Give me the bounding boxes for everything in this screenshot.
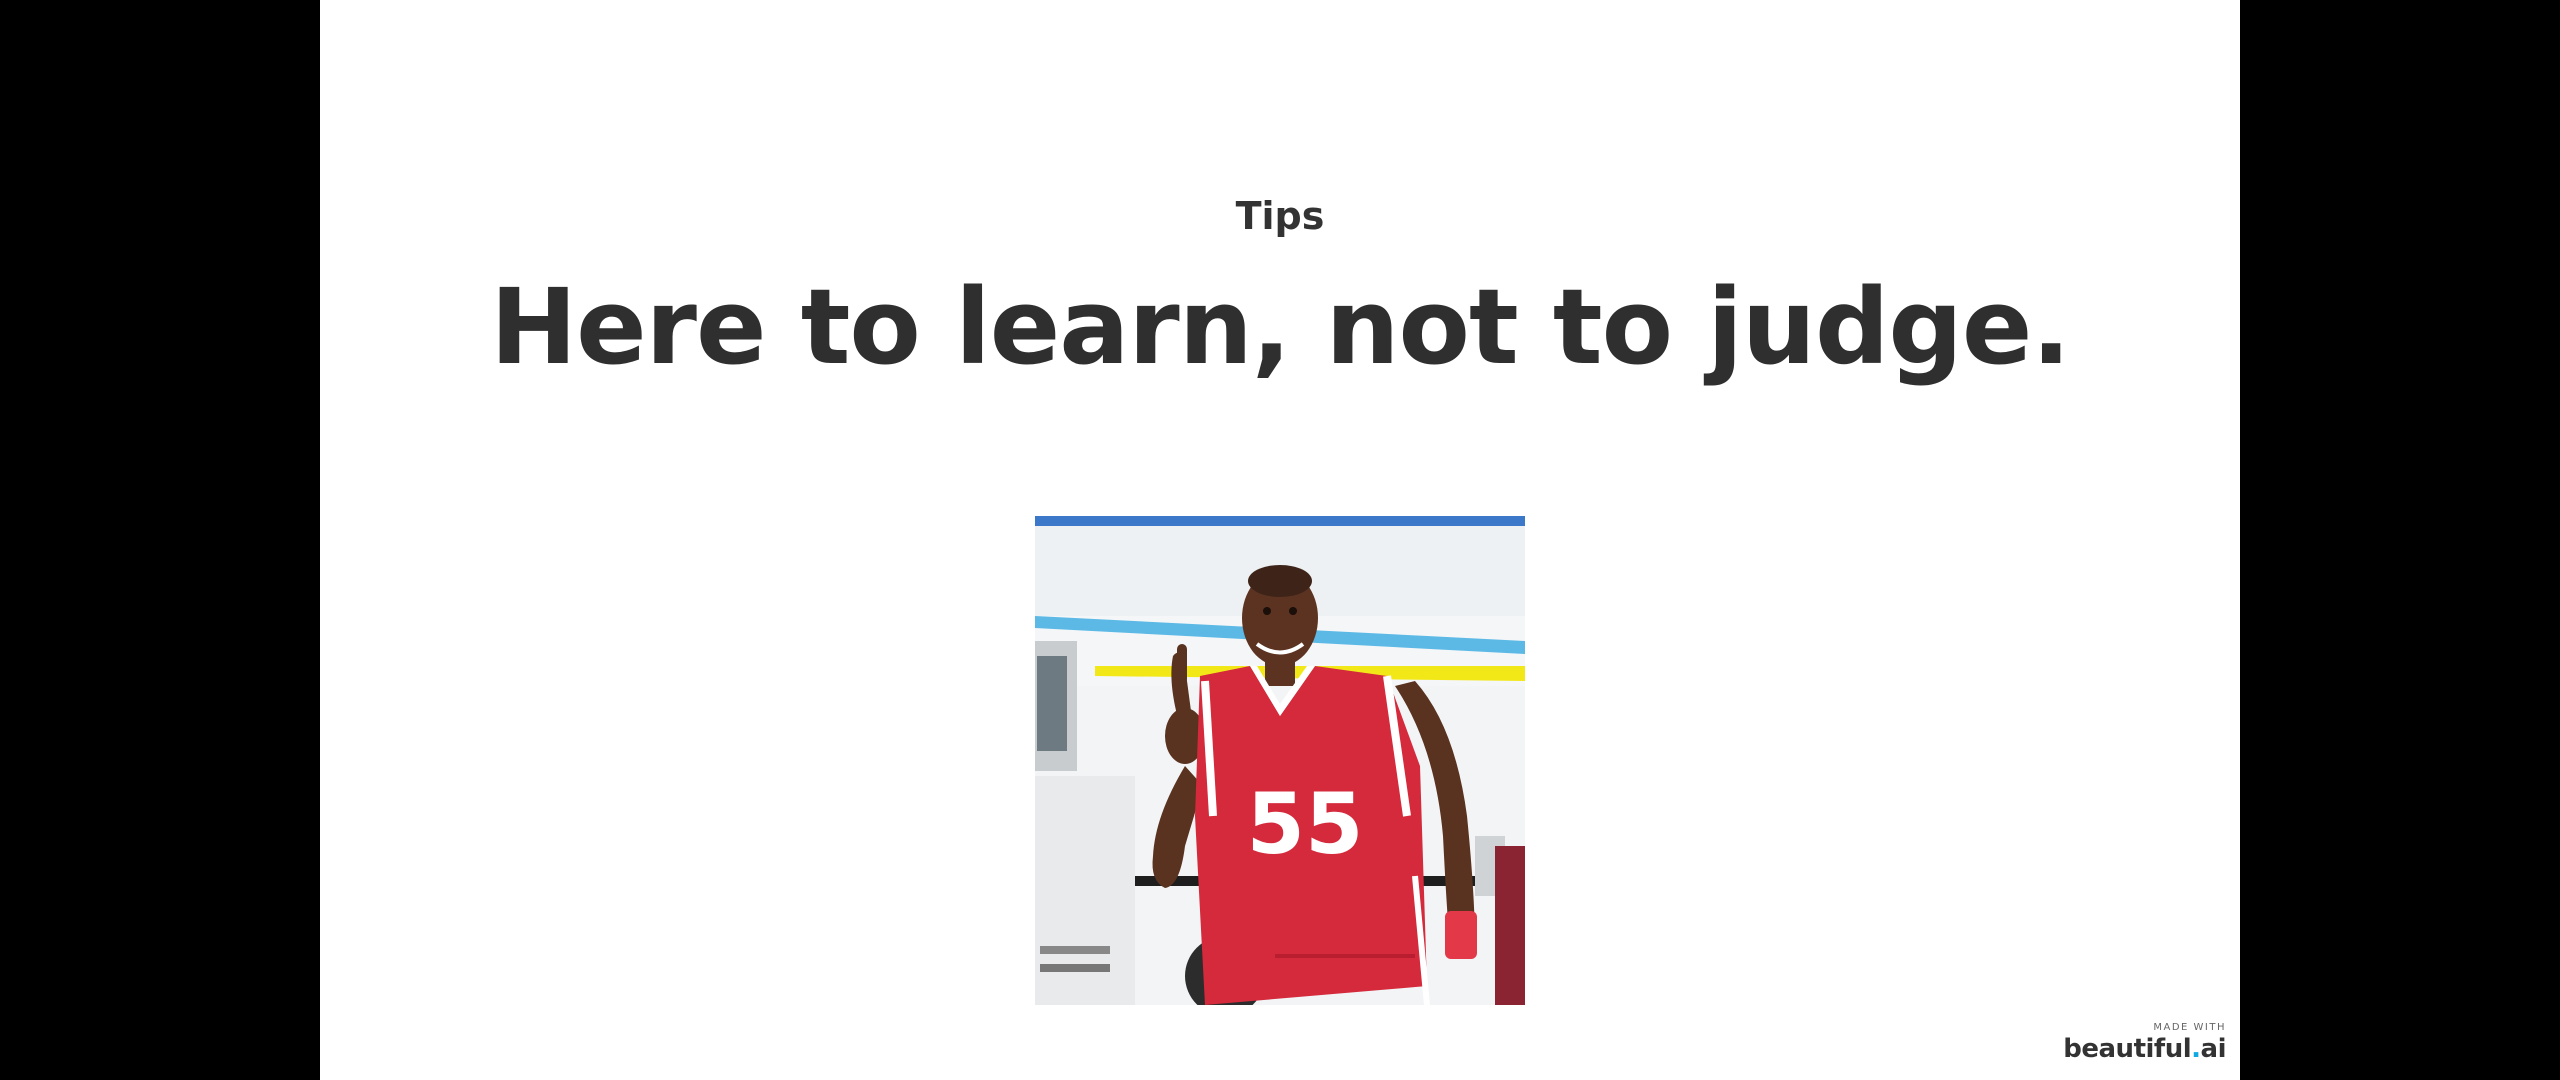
brand-dot: . bbox=[2191, 1034, 2201, 1064]
made-with-badge[interactable]: MADE WITH beautiful.ai bbox=[2063, 1022, 2226, 1064]
slide-eyebrow: Tips bbox=[1235, 194, 1325, 238]
basketball-player-photo: 55 bbox=[1035, 516, 1525, 1005]
brand-logo: beautiful.ai bbox=[2063, 1034, 2226, 1064]
brand-suffix: ai bbox=[2200, 1034, 2227, 1064]
jersey-number: 55 bbox=[1247, 775, 1364, 873]
basketball-player-illustration: 55 bbox=[1035, 516, 1525, 1005]
presentation-slide: Tips Here to learn, not to judge. 55 MAD… bbox=[320, 0, 2240, 1080]
made-with-label: MADE WITH bbox=[2153, 1022, 2226, 1033]
letterbox-right bbox=[2240, 0, 2560, 1080]
slide-headline: Here to learn, not to judge. bbox=[490, 266, 2071, 388]
brand-name: beautiful bbox=[2063, 1034, 2192, 1064]
letterbox-left bbox=[0, 0, 320, 1080]
